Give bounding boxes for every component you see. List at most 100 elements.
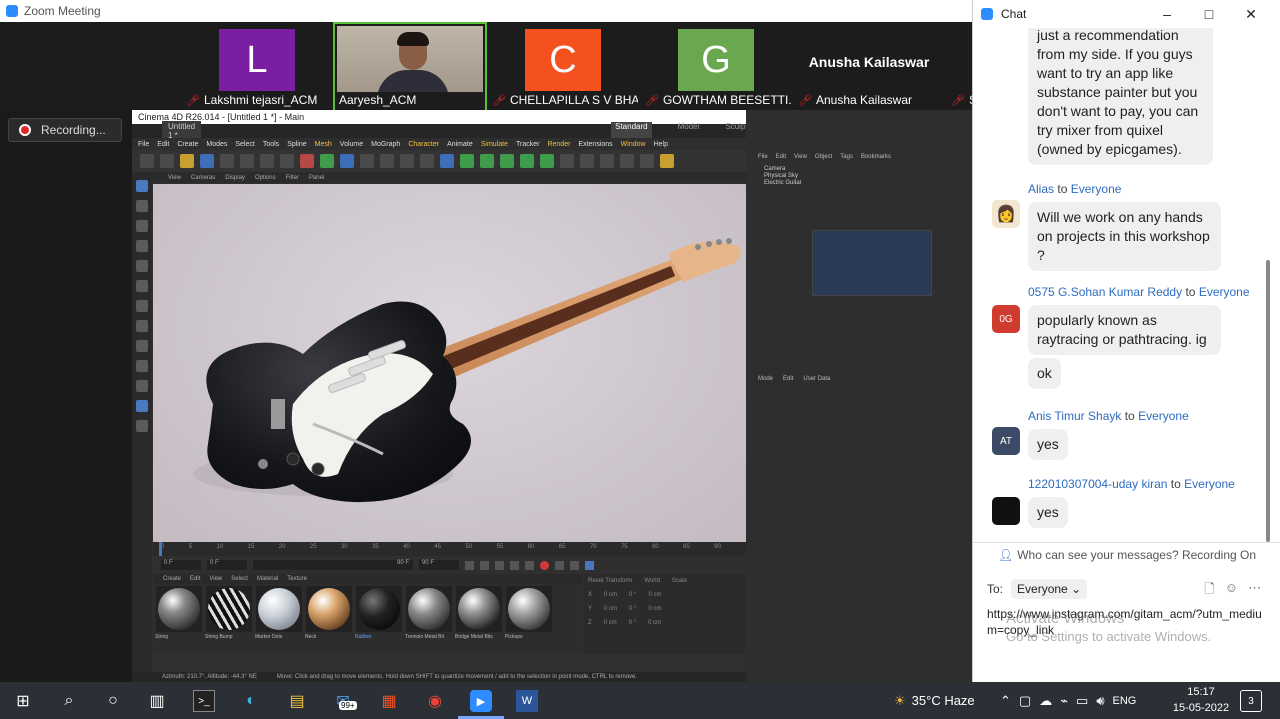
undo-icon[interactable] <box>140 154 154 168</box>
close-icon[interactable]: ✕ <box>1239 4 1263 24</box>
z-axis-icon[interactable] <box>340 154 354 168</box>
c4d-menu-item[interactable]: Select <box>235 141 254 148</box>
pen-icon[interactable] <box>460 154 474 168</box>
subdivision-icon[interactable] <box>480 154 494 168</box>
attribute-menu-item[interactable]: Edit <box>783 376 793 386</box>
light-icon[interactable] <box>600 154 614 168</box>
field-icon[interactable] <box>540 154 554 168</box>
object-menu-item[interactable]: Tags <box>840 154 853 164</box>
next-key-icon[interactable] <box>510 560 519 570</box>
quantize-icon[interactable] <box>136 420 148 432</box>
c4d-menu-item[interactable]: Simulate <box>481 141 508 148</box>
language-indicator[interactable]: ENG <box>1113 695 1137 707</box>
edge-mode-icon[interactable] <box>136 240 148 252</box>
render-settings-icon[interactable] <box>420 154 434 168</box>
emoji-icon[interactable]: ☺ <box>1225 580 1238 602</box>
terminal-icon[interactable]: >_ <box>193 690 215 712</box>
timeline-playhead[interactable] <box>159 542 162 556</box>
c4d-menu-item[interactable]: Character <box>408 141 439 148</box>
coords-position-field[interactable]: 0 cm <box>604 606 617 612</box>
c4d-menu-item[interactable]: Tools <box>263 141 279 148</box>
viewport-menu-item[interactable]: Filter <box>286 175 299 181</box>
c4d-menu-item[interactable]: Help <box>654 141 668 148</box>
onedrive-icon[interactable]: ☁ <box>1039 693 1052 709</box>
participant-tile[interactable]: Anusha Kailaswar 🎤︎ Anusha Kailaswar <box>794 24 944 110</box>
object-list-item[interactable]: Electric Guitar <box>750 180 970 187</box>
file-explorer-icon[interactable]: ▤ <box>286 690 308 712</box>
snap-icon[interactable] <box>640 154 654 168</box>
chat-scrollbar[interactable] <box>1266 260 1270 542</box>
c4d-menu-item[interactable]: Edit <box>157 141 169 148</box>
coords-rotation-field[interactable]: 0 ° <box>629 592 636 598</box>
material-swatch[interactable]: Rubber <box>355 586 402 654</box>
edge-icon[interactable]: ◐ <box>240 690 262 712</box>
object-menu-item[interactable]: Edit <box>776 154 786 164</box>
c4d-menu-item[interactable]: Animate <box>447 141 473 148</box>
scene-icon[interactable] <box>560 154 574 168</box>
coords-rotation-field[interactable]: 0 ° <box>629 620 636 626</box>
c4d-menu-item[interactable]: Mesh <box>315 141 332 148</box>
go-to-end-icon[interactable] <box>525 560 534 570</box>
material-menu-item[interactable]: Create <box>163 576 181 582</box>
viewport-menu-item[interactable]: View <box>168 175 181 181</box>
word-icon[interactable]: W <box>516 690 538 712</box>
y-axis-icon[interactable] <box>320 154 334 168</box>
participant-tile[interactable]: G 🎤︎ GOWTHAM BEESETTI... <box>641 24 791 110</box>
record-keys-icon[interactable] <box>540 560 549 570</box>
world-axis-icon[interactable] <box>360 154 374 168</box>
attribute-menu-item[interactable]: Mode <box>758 376 773 386</box>
c4d-menu-item[interactable]: Create <box>177 141 198 148</box>
coords-size-field[interactable]: 0 cm <box>648 592 661 598</box>
maximize-icon[interactable]: □ <box>1197 4 1221 24</box>
minimize-icon[interactable]: – <box>1155 4 1179 24</box>
store-icon[interactable]: ▦ <box>378 690 400 712</box>
material-swatch[interactable]: Tremolo Metal Bit <box>405 586 452 654</box>
c4d-menu-item[interactable]: Volume <box>340 141 363 148</box>
c4d-menu-item[interactable]: Extensions <box>578 141 612 148</box>
snap-grid-icon[interactable] <box>136 400 148 412</box>
material-menu-item[interactable]: Texture <box>287 576 307 582</box>
start-frame-field[interactable]: 0 F <box>207 560 247 570</box>
volume-icon[interactable]: 🔊︎ <box>1096 693 1104 709</box>
file-icon[interactable]: 🗋︎ <box>1204 580 1214 602</box>
x-axis-icon[interactable] <box>300 154 314 168</box>
tweak-icon[interactable] <box>136 340 148 352</box>
material-swatch[interactable]: Marker Dots <box>255 586 302 654</box>
participant-tile[interactable]: L 🎤︎ Lakshmi tejasri_ACM <box>182 24 332 110</box>
participant-tile[interactable]: 🎤︎S <box>947 24 977 110</box>
c4d-menu-item[interactable]: Spline <box>287 141 306 148</box>
recipient-dropdown[interactable]: Everyone ⌄ <box>1011 579 1088 599</box>
timeline-settings-icon[interactable] <box>585 560 594 570</box>
material-swatch[interactable]: Neck <box>305 586 352 654</box>
battery-icon[interactable]: ▭ <box>1076 693 1088 709</box>
participant-tile-active-speaker[interactable]: Aaryesh_ACM <box>333 22 487 112</box>
go-to-start-icon[interactable] <box>465 560 474 570</box>
timeline-ruler[interactable]: 0 5 10 15 20 25 30 35 40 45 50 55 60 65 70 75 80 85 90 <box>153 542 746 556</box>
render-picture-viewer-icon[interactable] <box>400 154 414 168</box>
chrome-icon[interactable]: ◉ <box>424 690 446 712</box>
zoom-icon[interactable]: ▶ <box>470 690 492 712</box>
recording-indicator[interactable]: Recording... <box>8 118 122 142</box>
more-icon[interactable]: ⋯ <box>1248 580 1261 602</box>
deformer-icon[interactable] <box>520 154 534 168</box>
material-menu-item[interactable]: Material <box>257 576 278 582</box>
material-swatch[interactable]: Bridge Metal Bits <box>455 586 502 654</box>
end-frame-field[interactable]: 90 F <box>253 560 413 570</box>
transform-icon[interactable] <box>260 154 274 168</box>
keyframe-selection-icon[interactable] <box>570 560 579 570</box>
c4d-menu-item[interactable]: Window <box>621 141 646 148</box>
current-frame-field[interactable]: 0 F <box>161 560 201 570</box>
cortana-icon[interactable]: ○ <box>102 690 124 712</box>
cube-icon[interactable] <box>440 154 454 168</box>
scale-tool-icon[interactable] <box>240 154 254 168</box>
max-frame-field[interactable]: 90 F <box>419 560 459 570</box>
object-menu-item[interactable]: File <box>758 154 768 164</box>
coords-size-field[interactable]: 0 cm <box>648 606 661 612</box>
participant-tile[interactable]: C 🎤︎ CHELLAPILLA S V BHA... <box>488 24 638 110</box>
render-view-icon[interactable] <box>380 154 394 168</box>
previous-key-icon[interactable] <box>480 560 489 570</box>
3d-viewport[interactable] <box>153 184 746 542</box>
object-menu-item[interactable]: Bookmarks <box>861 154 891 164</box>
solo-icon[interactable] <box>136 320 148 332</box>
redo-icon[interactable] <box>160 154 174 168</box>
